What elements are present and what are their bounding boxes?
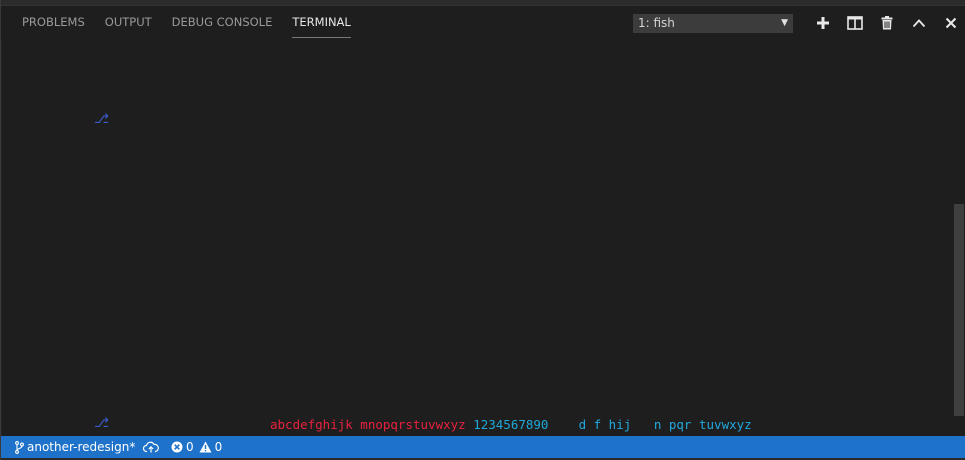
panel-header: PROBLEMS OUTPUT DEBUG CONSOLE TERMINAL 1… — [1, 6, 965, 40]
error-count: 0 — [186, 440, 194, 454]
git-branch-status[interactable]: another-redesign* — [15, 436, 135, 458]
tab-output[interactable]: OUTPUT — [105, 6, 152, 40]
tab-debug-console[interactable]: DEBUG CONSOLE — [172, 6, 273, 40]
prompt-glyph-bottom: ⎇ — [94, 416, 109, 431]
scrollbar-thumb[interactable] — [954, 204, 964, 416]
close-icon — [945, 17, 957, 29]
git-branch-icon — [15, 440, 24, 454]
cloud-upload-icon — [143, 441, 159, 453]
warning-icon — [199, 441, 212, 453]
split-icon — [847, 16, 863, 30]
panel-tabs: PROBLEMS OUTPUT DEBUG CONSOLE TERMINAL — [22, 6, 371, 40]
sync-status[interactable] — [143, 436, 162, 458]
warning-count: 0 — [214, 440, 223, 454]
terminal-text-tail: d f hij n pqr tuvwxyz — [578, 417, 752, 432]
new-terminal-button[interactable] — [807, 12, 839, 34]
status-bar: another-redesign* 0 0 — [1, 436, 965, 458]
error-icon — [171, 441, 183, 453]
plus-icon — [817, 17, 829, 29]
branch-name: another-redesign* — [27, 440, 136, 454]
terminal-text-red: abcdefghijk mnopqrstuvwxyz — [270, 417, 466, 432]
vscode-panel-window: PROBLEMS OUTPUT DEBUG CONSOLE TERMINAL 1… — [0, 0, 965, 460]
terminal-scrollbar[interactable] — [951, 40, 965, 436]
tab-problems[interactable]: PROBLEMS — [22, 6, 85, 40]
panel-actions — [807, 12, 965, 34]
terminal-output[interactable]: ⎇ ⎇ abcdefghijk mnopqrstuvwxyz 123456789… — [2, 40, 951, 436]
dropdown-caret-icon: ▼ — [781, 18, 788, 28]
close-panel-button[interactable] — [935, 12, 965, 34]
tab-terminal[interactable]: TERMINAL — [292, 6, 352, 40]
prompt-glyph-top: ⎇ — [94, 112, 109, 127]
terminal-select-dropdown[interactable]: 1: fish ▼ — [633, 14, 793, 33]
terminal-line: abcdefghijk mnopqrstuvwxyz 1234567890 d … — [270, 417, 752, 432]
split-terminal-button[interactable] — [839, 12, 871, 34]
problems-status[interactable]: 0 0 — [171, 436, 222, 458]
terminal-text-numbers: 1234567890 — [473, 417, 549, 432]
chevron-up-icon — [912, 19, 926, 28]
trash-icon — [881, 16, 893, 30]
maximize-panel-button[interactable] — [903, 12, 935, 34]
kill-terminal-button[interactable] — [871, 12, 903, 34]
terminal-select-value: 1: fish — [638, 16, 675, 30]
